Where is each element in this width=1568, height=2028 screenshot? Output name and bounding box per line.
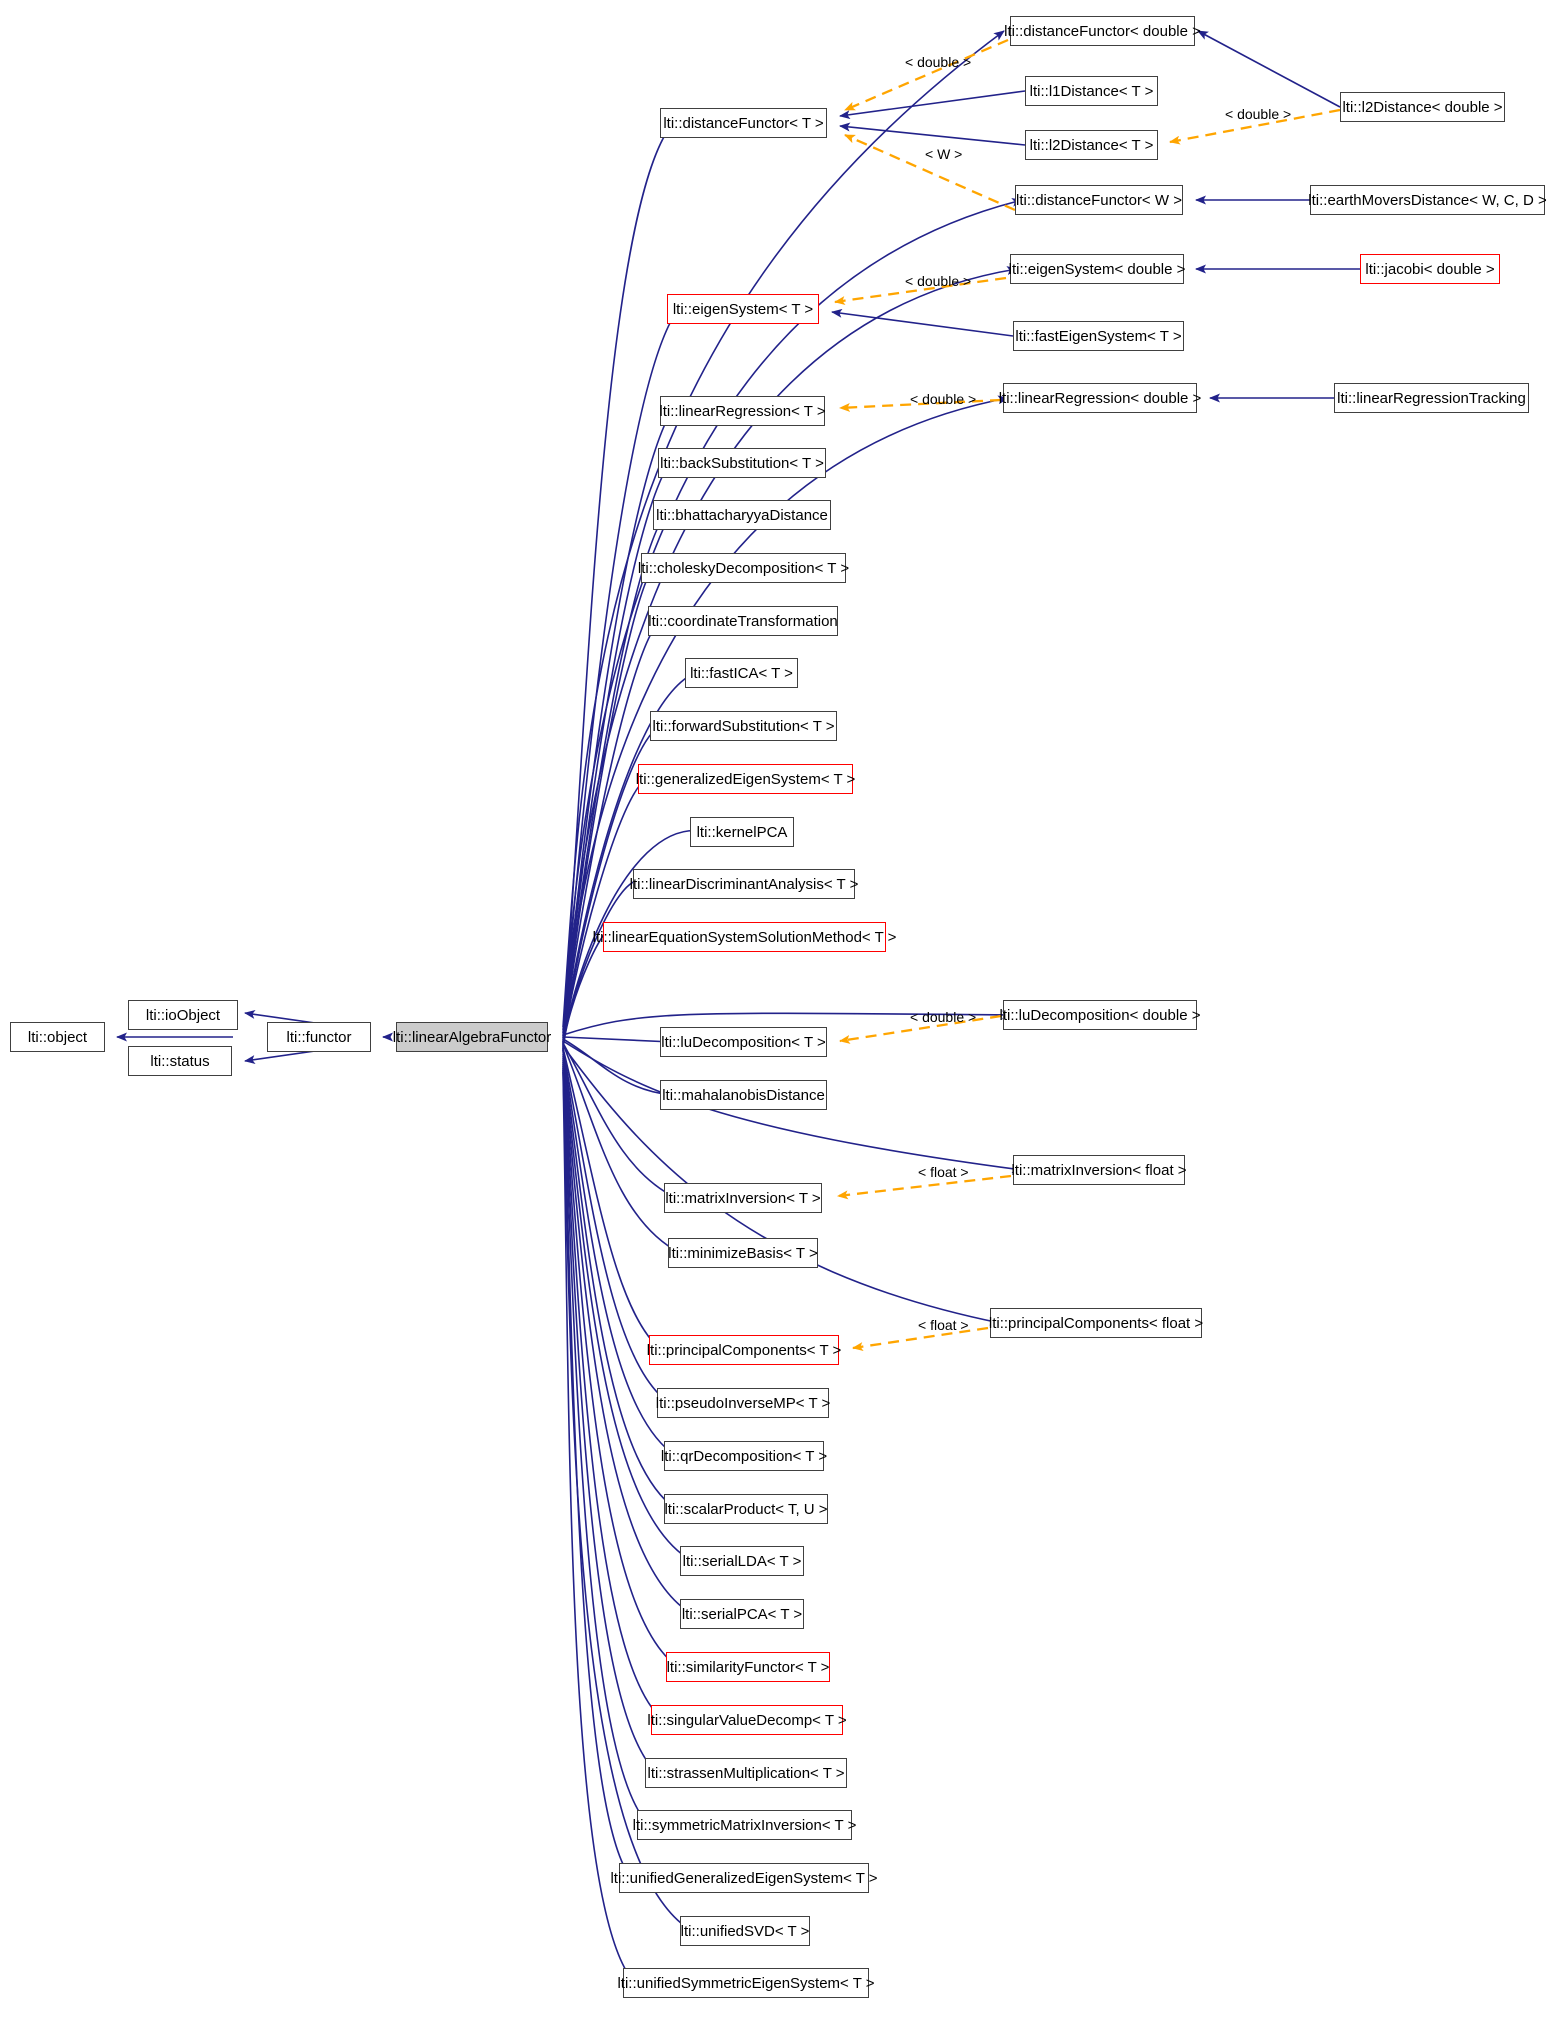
class-node-symmetricMatrixInversionT[interactable]: lti::symmetricMatrixInversion< T > (633, 1810, 856, 1840)
class-node-fastICAT[interactable]: lti::fastICA< T > (685, 658, 798, 688)
class-node-l2DistanceT[interactable]: lti::l2Distance< T > (1025, 130, 1158, 160)
edge-label-lbl-double-l2: < double > (1225, 106, 1292, 122)
edge-label-lbl-double-eigen: < double > (905, 273, 972, 289)
class-node-status[interactable]: lti::status (128, 1046, 232, 1076)
class-node-linearEquationSystemSolutionMethodT[interactable]: lti::linearEquationSystemSolutionMethod<… (593, 922, 896, 952)
class-node-serialPCAT[interactable]: lti::serialPCA< T > (680, 1599, 804, 1629)
class-node-pseudoInverseMPT[interactable]: lti::pseudoInverseMP< T > (656, 1388, 830, 1418)
class-node-distanceFunctorW[interactable]: lti::distanceFunctor< W > (1015, 185, 1183, 215)
class-node-unifiedSymmetricEigenSystemT[interactable]: lti::unifiedSymmetricEigenSystem< T > (617, 1968, 875, 1998)
class-node-jacobiDouble[interactable]: lti::jacobi< double > (1360, 254, 1500, 284)
class-node-eigenSystemT[interactable]: lti::eigenSystem< T > (667, 294, 819, 324)
class-node-bhattacharyyaDistance[interactable]: lti::bhattacharyyaDistance (653, 500, 831, 530)
class-node-distanceFunctorT[interactable]: lti::distanceFunctor< T > (660, 108, 827, 138)
class-node-choleskyDecompositionT[interactable]: lti::choleskyDecomposition< T > (638, 553, 849, 583)
edge-label-lbl-w-distance: < W > (925, 146, 963, 162)
class-node-coordinateTransformation[interactable]: lti::coordinateTransformation (648, 606, 838, 636)
class-node-mahalanobisDistance[interactable]: lti::mahalanobisDistance (660, 1080, 827, 1110)
class-node-forwardSubstitutionT[interactable]: lti::forwardSubstitution< T > (650, 711, 837, 741)
class-node-backSubstitutionT[interactable]: lti::backSubstitution< T > (658, 448, 826, 478)
class-node-generalizedEigenSystemT[interactable]: lti::generalizedEigenSystem< T > (636, 764, 855, 794)
class-node-strassenMultiplicationT[interactable]: lti::strassenMultiplication< T > (645, 1758, 847, 1788)
class-node-linearRegressionDouble[interactable]: lti::linearRegression< double > (999, 383, 1201, 413)
class-node-earthMoversDistance[interactable]: lti::earthMoversDistance< W, C, D > (1308, 185, 1547, 215)
class-node-l2DistanceDouble[interactable]: lti::l2Distance< double > (1340, 92, 1505, 122)
template-instantiation-edges (834, 38, 1341, 1351)
class-node-linearDiscriminantAnalysisT[interactable]: lti::linearDiscriminantAnalysis< T > (630, 869, 858, 899)
class-node-fastEigenSystemT[interactable]: lti::fastEigenSystem< T > (1013, 321, 1184, 351)
edge-label-lbl-double-lu: < double > (910, 1009, 977, 1025)
class-node-kernelPCA[interactable]: lti::kernelPCA (690, 817, 794, 847)
class-node-singularValueDecompT[interactable]: lti::singularValueDecomp< T > (647, 1705, 847, 1735)
inheritance-diagram: lti::object lti::ioObject lti::status lti::… (0, 0, 1568, 2028)
class-node-eigenSystemDouble[interactable]: lti::eigenSystem< double > (1009, 254, 1185, 284)
edge-label-lbl-float-pca: < float > (918, 1317, 969, 1333)
class-node-luDecompositionT[interactable]: lti::luDecomposition< T > (660, 1027, 827, 1057)
class-node-minimizeBasisT[interactable]: lti::minimizeBasis< T > (668, 1238, 818, 1268)
class-node-principalComponentsT[interactable]: lti::principalComponents< T > (647, 1335, 841, 1365)
class-node-luDecompositionDouble[interactable]: lti::luDecomposition< double > (1000, 1000, 1200, 1030)
class-node-unifiedGeneralizedEigenSystemT[interactable]: lti::unifiedGeneralizedEigenSystem< T > (610, 1863, 878, 1893)
class-node-linearAlgebraFunctor[interactable]: lti::linearAlgebraFunctor (393, 1022, 551, 1052)
edge-label-lbl-float-matrix: < float > (918, 1164, 969, 1180)
edge-label-lbl-double-distance: < double > (905, 54, 972, 70)
class-node-distanceFunctorDouble[interactable]: lti::distanceFunctor< double > (1004, 16, 1201, 46)
class-node-linearRegressionT[interactable]: lti::linearRegression< T > (659, 396, 826, 426)
class-node-linearRegressionTracking[interactable]: lti::linearRegressionTracking (1334, 383, 1529, 413)
class-node-similarityFunctorT[interactable]: lti::similarityFunctor< T > (666, 1652, 830, 1682)
edge-label-lbl-double-linreg: < double > (910, 391, 977, 407)
class-node-l1DistanceT[interactable]: lti::l1Distance< T > (1025, 76, 1158, 106)
class-node-matrixInversionT[interactable]: lti::matrixInversion< T > (664, 1183, 822, 1213)
class-node-matrixInversionFloat[interactable]: lti::matrixInversion< float > (1011, 1155, 1187, 1185)
class-node-principalComponentsFloat[interactable]: lti::principalComponents< float > (989, 1308, 1203, 1338)
class-node-qrDecompositionT[interactable]: lti::qrDecomposition< T > (661, 1441, 827, 1471)
class-node-unifiedSVDT[interactable]: lti::unifiedSVD< T > (680, 1916, 810, 1946)
class-node-functor[interactable]: lti::functor (267, 1022, 371, 1052)
class-node-scalarProductTU[interactable]: lti::scalarProduct< T, U > (664, 1494, 828, 1524)
class-node-object[interactable]: lti::object (10, 1022, 105, 1052)
class-node-serialLDAT[interactable]: lti::serialLDA< T > (680, 1546, 804, 1576)
class-node-ioObject[interactable]: lti::ioObject (128, 1000, 238, 1030)
